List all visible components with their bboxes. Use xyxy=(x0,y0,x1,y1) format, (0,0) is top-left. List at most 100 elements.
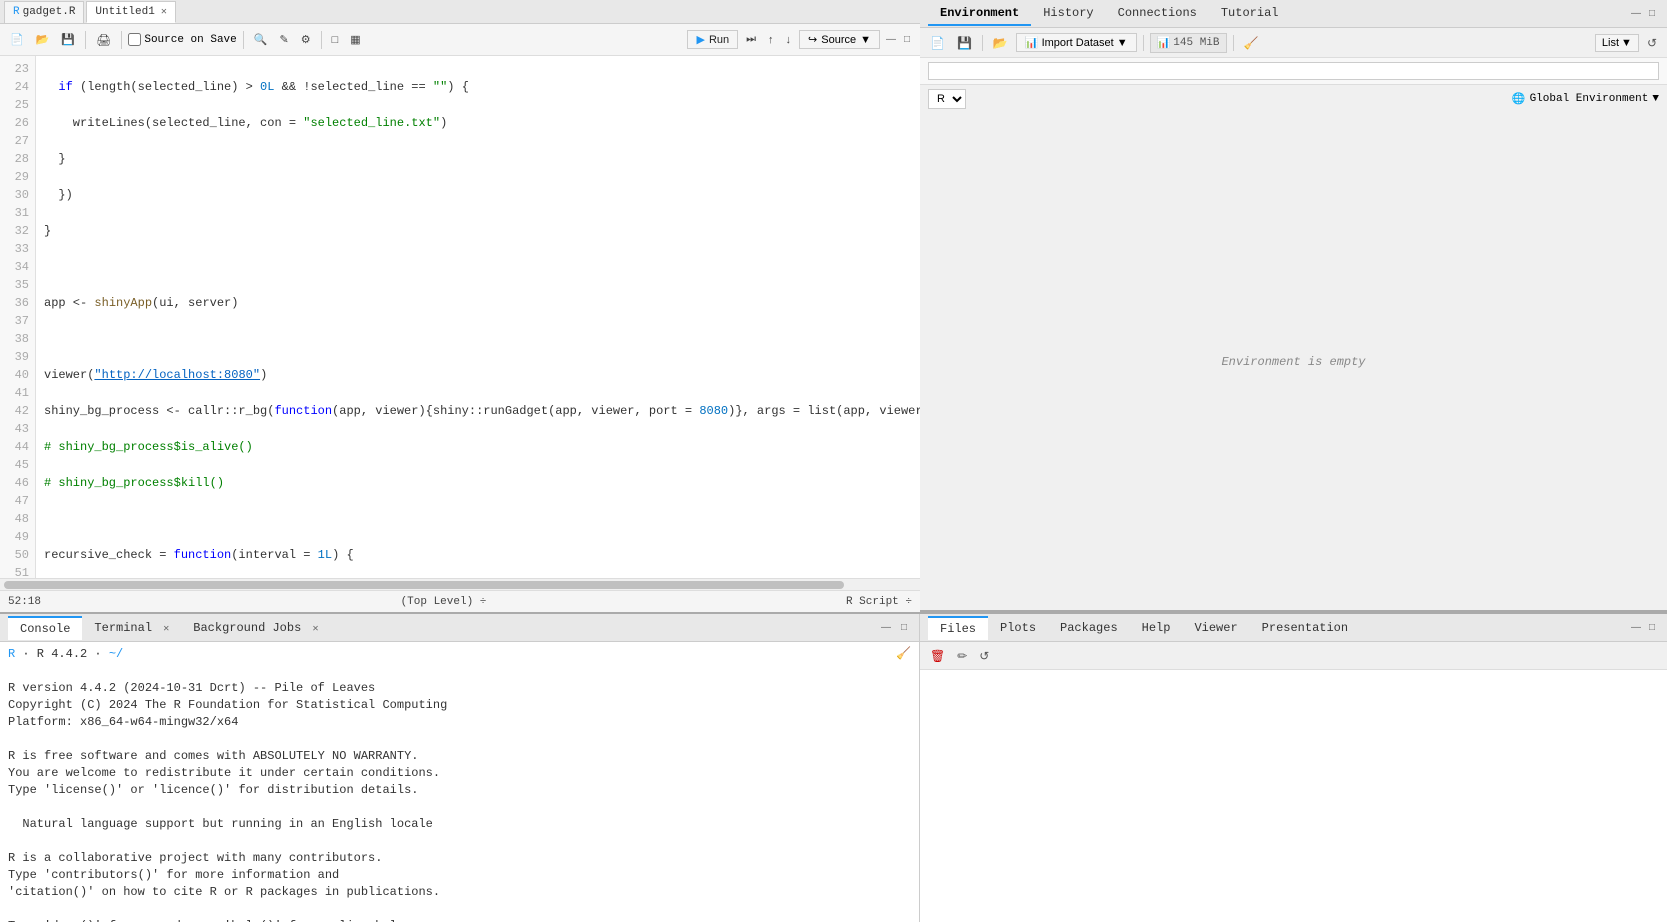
source-dropdown-icon: ▼ xyxy=(860,34,871,46)
console-line-7: Natural language support but running in … xyxy=(8,816,911,833)
tab-files[interactable]: Files xyxy=(928,616,988,640)
run-button[interactable]: ▶ Run xyxy=(687,30,738,49)
source-on-save-label[interactable]: Source on Save xyxy=(128,33,236,46)
console-pane: Console Terminal ✕ Background Jobs ✕ — □… xyxy=(0,614,920,922)
console-path: ~/ xyxy=(109,647,123,661)
minimize-files-button[interactable]: — xyxy=(1629,621,1643,635)
env-search-input[interactable] xyxy=(928,62,1659,80)
console-clear-icon[interactable]: 🧹 xyxy=(896,646,911,663)
scrollbar-thumb-h xyxy=(4,581,844,589)
tab-history[interactable]: History xyxy=(1031,2,1105,26)
load-env-button[interactable]: 📂 xyxy=(989,34,1012,52)
source-button[interactable]: ↪ Source ▼ xyxy=(799,30,880,49)
run-next-button[interactable]: ⏭ xyxy=(742,31,760,48)
code-line-32: shiny_bg_process <- callr::r_bg(function… xyxy=(44,402,920,420)
bg-jobs-tab-close[interactable]: ✕ xyxy=(313,624,319,635)
tab-plots[interactable]: Plots xyxy=(988,617,1048,639)
source-icon: ↪ xyxy=(808,33,817,46)
maximize-editor-button[interactable]: □ xyxy=(900,33,914,47)
editor-status-bar: 52:18 (Top Level) ÷ R Script ÷ xyxy=(0,590,920,612)
code-line-26: }) xyxy=(44,186,920,204)
tab-console[interactable]: Console xyxy=(8,616,82,640)
delete-file-button[interactable]: 🗑 xyxy=(926,647,949,665)
code-level[interactable]: (Top Level) ÷ xyxy=(401,596,487,608)
console-content[interactable]: R · R 4.4.2 · ~/ 🧹 R version 4.4.2 (2024… xyxy=(0,642,919,922)
separator4 xyxy=(321,31,322,49)
tab-connections[interactable]: Connections xyxy=(1106,2,1209,26)
files-tab-bar: Files Plots Packages Help Viewer Present… xyxy=(920,614,1667,642)
open-button[interactable]: 📂 xyxy=(32,31,54,48)
run-down-button[interactable]: ↓ xyxy=(782,32,796,48)
broom-button[interactable]: 🧹 xyxy=(1240,34,1263,52)
globe-icon: 🌐 xyxy=(1512,92,1526,106)
sep2 xyxy=(1143,35,1144,51)
save-button[interactable]: 💾 xyxy=(57,31,79,48)
refresh-env-button[interactable]: ↺ xyxy=(1643,34,1661,52)
tab-environment[interactable]: Environment xyxy=(928,2,1031,26)
editor-pane: R gadget.R Untitled1 ✕ 📄 📂 💾 🖨 Source on… xyxy=(0,0,920,612)
code-line-33: # shiny_bg_process$is_alive() xyxy=(44,438,920,456)
files-toolbar: 🗑 ✏ ↺ xyxy=(920,642,1667,670)
new-script-button[interactable]: 📄 xyxy=(6,31,28,48)
file-icon: R xyxy=(13,6,20,18)
terminal-tab-close[interactable]: ✕ xyxy=(163,624,169,635)
console-line-11: Type 'demo()' for some demos, 'help()' f… xyxy=(8,918,911,922)
icon-btn-1[interactable]: □ xyxy=(328,32,343,48)
minimize-right-button[interactable]: — xyxy=(1629,7,1643,21)
cursor-position: 52:18 xyxy=(8,596,41,608)
print-button[interactable]: 🖨 xyxy=(92,31,115,49)
save-env-button[interactable]: 💾 xyxy=(953,34,976,52)
editor-toolbar: 📄 📂 💾 🖨 Source on Save 🔍 ✎ ⚙ □ ▦ ▶ Run ⏭ xyxy=(0,24,920,56)
tab-help[interactable]: Help xyxy=(1130,617,1183,639)
run-up-button[interactable]: ↑ xyxy=(764,32,778,48)
bottom-section: Console Terminal ✕ Background Jobs ✕ — □… xyxy=(0,612,1667,922)
env-toolbar-left: 📄 💾 📂 📊 Import Dataset ▼ 📊 145 MiB 🧹 xyxy=(926,33,1262,53)
memory-badge: 📊 145 MiB xyxy=(1150,33,1227,53)
minimize-console-button[interactable]: — xyxy=(879,621,893,635)
maximize-console-button[interactable]: □ xyxy=(897,621,911,635)
code-line-31: viewer("http://localhost:8080") xyxy=(44,366,920,384)
file-type[interactable]: R Script ÷ xyxy=(846,596,912,608)
import-dataset-button[interactable]: 📊 Import Dataset ▼ xyxy=(1016,33,1137,52)
console-line-8: R is a collaborative project with many c… xyxy=(8,850,911,867)
tab-terminal[interactable]: Terminal ✕ xyxy=(82,617,181,639)
spell-button[interactable]: ✎ xyxy=(275,31,292,48)
global-env-dropdown[interactable]: 🌐 Global Environment ▼ xyxy=(1512,92,1659,106)
code-editor[interactable]: 2324252627 2829303132 3334353637 3839404… xyxy=(0,56,920,578)
sep xyxy=(982,35,983,51)
list-view-button[interactable]: List ▼ xyxy=(1595,34,1639,52)
tab-untitled1[interactable]: Untitled1 ✕ xyxy=(86,1,175,23)
import-icon: 📊 xyxy=(1025,36,1039,49)
tab-gadget-r[interactable]: R gadget.R xyxy=(4,1,84,23)
r-env-select[interactable]: R xyxy=(928,89,966,109)
tab-label: Untitled1 xyxy=(95,6,154,18)
tab-close-untitled1[interactable]: ✕ xyxy=(161,6,167,18)
new-env-button[interactable]: 📄 xyxy=(926,34,949,52)
editor-scrollbar-horizontal[interactable] xyxy=(0,578,920,590)
code-line-35 xyxy=(44,510,920,528)
refresh-files-button[interactable]: ↺ xyxy=(975,647,993,665)
wand-button[interactable]: ⚙ xyxy=(297,31,315,48)
environment-pane: Environment History Connections Tutorial… xyxy=(920,0,1667,612)
right-panel-window-controls: — □ xyxy=(1629,7,1659,21)
source-on-save-checkbox[interactable] xyxy=(128,33,141,46)
code-line-29: app <- shinyApp(ui, server) xyxy=(44,294,920,312)
tab-tutorial[interactable]: Tutorial xyxy=(1209,2,1291,26)
console-window-controls: — □ xyxy=(879,621,911,635)
tab-viewer[interactable]: Viewer xyxy=(1182,617,1249,639)
code-content[interactable]: if (length(selected_line) > 0L && !selec… xyxy=(36,56,920,578)
minimize-editor-button[interactable]: — xyxy=(884,33,898,47)
edit-file-button[interactable]: ✏ xyxy=(953,647,971,665)
maximize-right-button[interactable]: □ xyxy=(1645,7,1659,21)
maximize-files-button[interactable]: □ xyxy=(1645,621,1659,635)
tab-background-jobs[interactable]: Background Jobs ✕ xyxy=(181,617,330,639)
tab-presentation[interactable]: Presentation xyxy=(1250,617,1360,639)
tab-packages[interactable]: Packages xyxy=(1048,617,1130,639)
console-line-4: R is free software and comes with ABSOLU… xyxy=(8,748,911,765)
search-button[interactable]: 🔍 xyxy=(250,31,272,48)
console-line-10: 'citation()' on how to cite R or R packa… xyxy=(8,884,911,901)
icon-btn-2[interactable]: ▦ xyxy=(346,31,364,48)
env-toolbar-right: List ▼ ↺ xyxy=(1595,34,1661,52)
console-r-indicator: R xyxy=(8,647,15,661)
code-line-36: recursive_check = function(interval = 1L… xyxy=(44,546,920,564)
